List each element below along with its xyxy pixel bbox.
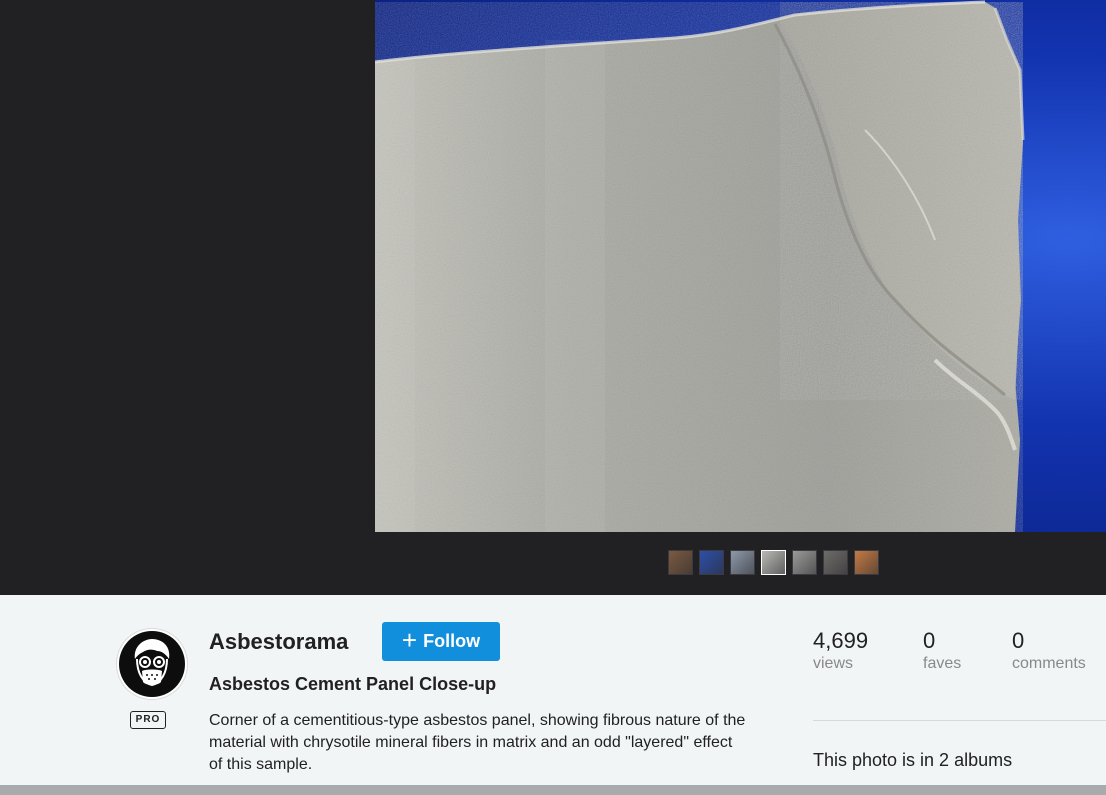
photo-info-panel: PRO Asbestorama + Follow Asbestos Cement… bbox=[0, 595, 1106, 785]
follow-label: Follow bbox=[423, 631, 481, 651]
gas-mask-avatar-icon[interactable] bbox=[117, 629, 187, 699]
thumb-orange-sample[interactable] bbox=[854, 550, 879, 575]
comments-count: 0 bbox=[1012, 628, 1025, 653]
follow-button[interactable]: + Follow bbox=[382, 622, 500, 661]
main-photo[interactable] bbox=[375, 0, 1106, 532]
faves-label: faves bbox=[923, 655, 962, 672]
asbestos-panel-image bbox=[375, 0, 1025, 532]
pro-badge: PRO bbox=[130, 711, 166, 729]
photo-description: Corner of a cementitious-type asbestos p… bbox=[209, 712, 746, 773]
comments-label: comments bbox=[1012, 655, 1086, 672]
photo-stage bbox=[0, 0, 1106, 595]
views-count: 4,699 bbox=[813, 628, 869, 653]
thumb-brown-sample[interactable] bbox=[668, 550, 693, 575]
owner-name-link[interactable]: Asbestorama bbox=[209, 629, 348, 655]
bottom-scroll-edge bbox=[0, 785, 1106, 795]
thumb-gray-blue-sample[interactable] bbox=[730, 550, 755, 575]
faves-count: 0 bbox=[923, 628, 936, 653]
photo-title: Asbestos Cement Panel Close-up bbox=[209, 674, 497, 694]
plus-icon: + bbox=[401, 625, 418, 655]
comments-stat[interactable]: 0 comments bbox=[1012, 628, 1106, 674]
photo-filmstrip bbox=[668, 550, 879, 575]
views-stat: 4,699 views bbox=[813, 628, 923, 674]
thumb-current-panel[interactable] bbox=[761, 550, 786, 575]
thumb-fiber-sample[interactable] bbox=[823, 550, 848, 575]
stats-divider bbox=[813, 720, 1106, 721]
albums-info[interactable]: This photo is in 2 albums bbox=[813, 750, 1012, 771]
faves-stat[interactable]: 0 faves bbox=[923, 628, 1012, 674]
views-label: views bbox=[813, 655, 854, 672]
photo-stats: 4,699 views 0 faves 0 comments bbox=[813, 628, 1106, 674]
thumb-blue-sample[interactable] bbox=[699, 550, 724, 575]
thumb-gray-sample[interactable] bbox=[792, 550, 817, 575]
